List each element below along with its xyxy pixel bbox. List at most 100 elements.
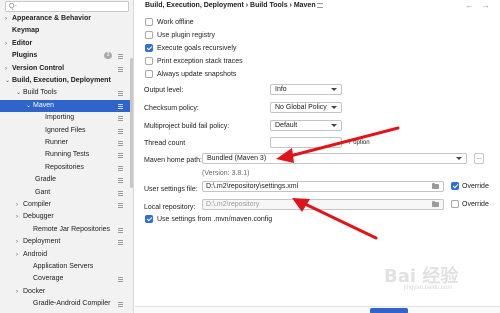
sidebar-item-label: Docker xyxy=(23,287,46,295)
execute-goals-recursively-checkbox[interactable] xyxy=(145,44,153,52)
search-icon: Q- xyxy=(9,3,17,10)
sidebar-item[interactable]: Gradle xyxy=(0,174,130,186)
fail-policy-label: Multiproject build fail policy: xyxy=(144,123,230,130)
project-settings-icon xyxy=(118,277,123,283)
sidebar-item[interactable]: › Docker xyxy=(0,286,130,298)
maven-home-browse-button[interactable]: ... xyxy=(474,153,484,164)
always-update-snapshots-checkbox[interactable] xyxy=(145,70,153,78)
print-stack-traces-checkbox[interactable] xyxy=(145,57,153,65)
sidebar-item[interactable]: Importing xyxy=(0,112,130,124)
thread-count-hint: -T option xyxy=(346,140,370,146)
project-settings-icon xyxy=(118,165,123,171)
sidebar-item[interactable]: Application Servers xyxy=(0,261,130,273)
settings-file-input[interactable]: D:\.m2\repository\settings.xml xyxy=(202,181,444,192)
chevron-right-icon[interactable]: › xyxy=(16,211,18,223)
sidebar-item-label: Repositories xyxy=(45,163,84,171)
sidebar-item[interactable]: Remote Jar Repositories xyxy=(0,224,130,236)
sidebar-item[interactable]: › Android xyxy=(0,249,130,261)
chevron-right-icon[interactable]: › xyxy=(16,249,18,261)
folder-icon[interactable] xyxy=(432,201,439,207)
sidebar-item-label: Plugins xyxy=(12,52,38,60)
sidebar-item[interactable]: › Version Control xyxy=(0,63,130,75)
sidebar-item-label: Version Control xyxy=(12,64,65,72)
sidebar-item[interactable]: › Debugger xyxy=(0,211,130,223)
use-plugin-registry-checkbox[interactable] xyxy=(145,31,153,39)
sidebar-item-label: Coverage xyxy=(33,275,64,283)
ok-button[interactable] xyxy=(370,308,408,313)
chevron-down-icon[interactable]: ⌄ xyxy=(16,87,21,99)
local-repo-input[interactable]: D:\.m2\repository xyxy=(202,199,444,210)
chevron-right-icon[interactable]: › xyxy=(5,63,7,75)
sidebar-item-label: Build, Execution, Deployment xyxy=(12,77,111,84)
chevron-right-icon[interactable]: › xyxy=(5,38,7,50)
chevron-right-icon[interactable]: › xyxy=(5,13,7,25)
watermark-url: jingyan.baidu.com xyxy=(404,285,453,291)
output-level-label: Output level: xyxy=(144,87,184,94)
always-update-snapshots-label: Always update snapshots xyxy=(157,71,237,78)
project-settings-icon xyxy=(118,116,123,122)
local-repo-value: D:\.m2\repository xyxy=(206,201,260,208)
sidebar-item[interactable]: Coverage xyxy=(0,273,130,285)
sidebar-item-label: Android xyxy=(23,250,48,258)
sidebar-item-label: Running Tests xyxy=(45,151,90,159)
sidebar-item[interactable]: › Deployment xyxy=(0,236,130,248)
sidebar-scrollbar[interactable] xyxy=(130,58,133,188)
sidebar-item[interactable]: Runner xyxy=(0,137,130,149)
fail-policy-select[interactable]: Default xyxy=(270,120,342,131)
sidebar-item[interactable]: › Appearance & Behavior xyxy=(0,13,130,25)
thread-count-input[interactable] xyxy=(270,137,342,148)
sidebar-item[interactable]: Ignored Files xyxy=(0,125,130,137)
sidebar-item[interactable]: › Compiler xyxy=(0,199,130,211)
chevron-down-icon xyxy=(331,88,337,91)
work-offline-checkbox[interactable] xyxy=(145,18,153,26)
breadcrumb: Build, Execution, Deployment › Build Too… xyxy=(145,2,316,9)
folder-icon[interactable] xyxy=(432,183,439,189)
plugin-updates-badge: 3 xyxy=(104,52,112,60)
checksum-policy-select[interactable]: No Global Policy xyxy=(270,102,342,113)
sidebar-item-label: Remote Jar Repositories xyxy=(33,225,111,233)
project-settings-icon xyxy=(118,103,123,109)
chevron-right-icon[interactable]: › xyxy=(16,199,18,211)
settings-search-input[interactable]: Q- xyxy=(5,1,129,12)
use-maven-config-checkbox[interactable] xyxy=(145,215,153,223)
project-settings-icon xyxy=(118,91,123,97)
sidebar-item-label: Keymap xyxy=(12,27,40,35)
chevron-down-icon[interactable]: ⌄ xyxy=(26,100,31,112)
use-maven-config-label: Use settings from .mvn/maven.config xyxy=(157,216,273,223)
project-settings-icon xyxy=(118,240,123,246)
chevron-right-icon[interactable]: › xyxy=(16,286,18,298)
sidebar-item[interactable]: ⌄ Build, Execution, Deployment xyxy=(0,75,130,87)
maven-home-select[interactable]: Bundled (Maven 3) xyxy=(202,153,467,164)
project-settings-icon xyxy=(118,190,123,196)
sidebar-item-label: Application Servers xyxy=(33,263,94,270)
sidebar-item[interactable]: Gant xyxy=(0,187,130,199)
local-repo-override-checkbox[interactable] xyxy=(451,200,459,208)
print-stack-traces-label: Print exception stack traces xyxy=(157,58,243,65)
back-icon[interactable]: ← xyxy=(465,0,474,10)
page-icon xyxy=(317,3,323,8)
sidebar-item-label: Editor xyxy=(12,39,33,47)
settings-override-label: Override xyxy=(462,183,489,190)
chevron-right-icon[interactable]: › xyxy=(16,236,18,248)
maven-home-value: Bundled (Maven 3) xyxy=(207,155,267,162)
settings-file-value: D:\.m2\repository\settings.xml xyxy=(206,183,299,190)
sidebar-item[interactable]: ⌄ Maven xyxy=(0,99,130,112)
sidebar-item[interactable]: Plugins 3 xyxy=(0,50,130,62)
dialog-button-bar xyxy=(135,306,500,313)
sidebar-item-label: Gradle-Android Compiler xyxy=(33,300,111,308)
local-repo-override-label: Override xyxy=(462,201,489,208)
chevron-down-icon[interactable]: ⌄ xyxy=(5,75,10,87)
sidebar-item-label: Gant xyxy=(35,188,51,196)
output-level-select[interactable]: Info xyxy=(270,84,342,95)
sidebar-item[interactable]: Repositories xyxy=(0,162,130,174)
project-settings-icon xyxy=(118,227,123,233)
sidebar-item-label: Appearance & Behavior xyxy=(12,15,91,22)
sidebar-item[interactable]: Gradle-Android Compiler xyxy=(0,298,130,310)
sidebar-item[interactable]: Keymap xyxy=(0,25,130,37)
sidebar-item[interactable]: › Editor xyxy=(0,38,130,50)
settings-override-checkbox[interactable] xyxy=(451,182,459,190)
sidebar-item-label: Maven xyxy=(33,101,55,109)
sidebar-item[interactable]: ⌄ Build Tools xyxy=(0,87,130,99)
forward-icon[interactable]: → xyxy=(481,0,490,10)
sidebar-item[interactable]: Running Tests xyxy=(0,149,130,161)
